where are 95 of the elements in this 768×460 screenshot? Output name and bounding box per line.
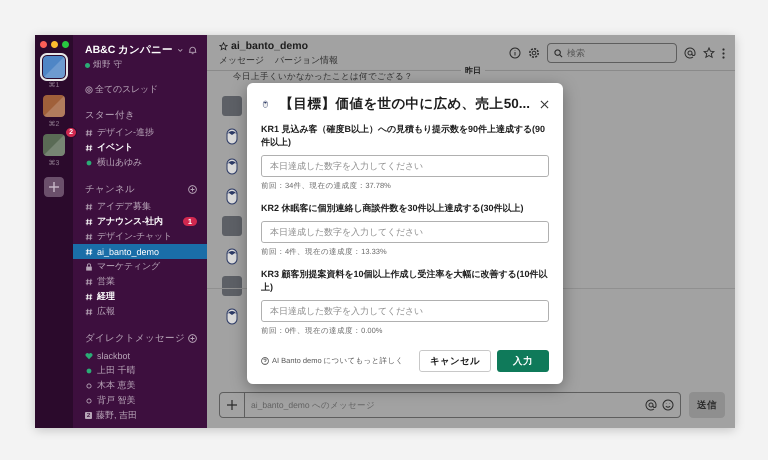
user-name: 畑野 守	[93, 59, 122, 71]
hash-icon	[85, 308, 93, 316]
emoji-icon[interactable]	[662, 399, 674, 411]
mention-icon[interactable]	[684, 47, 696, 59]
key-result-label: KR2 休眠客に個別連絡し商談件数を30件以上達成する(30件以上)	[261, 202, 525, 215]
sidebar-item[interactable]: アイデア募集	[73, 199, 207, 214]
sidebar-item-label: デザイン-チャット	[97, 230, 173, 243]
sidebar-item[interactable]: slackbot	[73, 348, 207, 363]
input-field[interactable]: 本日達成した数字を入力してください	[261, 221, 549, 243]
sidebar-item[interactable]: マーケティング	[73, 259, 207, 274]
section-heading[interactable]: スター付き	[85, 109, 135, 122]
team-name[interactable]: AB&C カンパニー	[85, 43, 174, 57]
plus-icon	[48, 181, 60, 193]
info-icon[interactable]	[509, 47, 521, 59]
hash-icon	[85, 232, 93, 240]
add-icon[interactable]	[188, 185, 197, 194]
sidebar-item-label: 木本 恵美	[97, 379, 137, 392]
sidebar-item[interactable]: ai_banto_demo	[73, 244, 207, 259]
sidebar-item-label: slackbot	[97, 350, 132, 360]
search-icon	[554, 48, 563, 58]
search-field[interactable]: 検索	[567, 48, 670, 58]
sidebar-item-label: マーケティング	[97, 260, 161, 273]
star-icon[interactable]	[703, 47, 715, 59]
workspace-icon[interactable]	[43, 134, 65, 156]
sidebar-item-label: 経理	[97, 290, 116, 303]
hash-icon	[85, 248, 93, 256]
sidebar-item-label: アイデア募集	[97, 200, 152, 213]
sidebar-item-label: 藤野, 吉田	[96, 409, 138, 422]
bell-icon[interactable]	[188, 45, 197, 55]
input-field[interactable]: 本日達成した数字を入力してください	[261, 300, 549, 322]
add-workspace-button[interactable]	[44, 177, 64, 197]
sidebar-item-label: 上田 千晴	[97, 364, 137, 377]
key-result-label: KR3 顧客別提案資料を10個以上作成し受注率を大幅に改善する(10件以上)	[261, 268, 549, 294]
section-heading[interactable]: チャンネル	[85, 183, 135, 196]
cancel-button[interactable]: キャンセル	[419, 350, 491, 372]
dialog-title: 【目標】価値を世の中に広め、売上50...	[280, 95, 530, 113]
header-tab[interactable]: メッセージ	[219, 54, 264, 67]
close-button[interactable]	[540, 100, 549, 108]
hash-icon	[85, 128, 93, 136]
message-input[interactable]: ai_banto_demo へのメッセージ	[245, 400, 645, 410]
online-status-icon	[85, 62, 90, 68]
sidebar-item[interactable]: 営業	[73, 274, 207, 289]
sidebar-item[interactable]: 広報	[73, 304, 207, 319]
sidebar-item-label: 背戸 智美	[97, 394, 137, 407]
sidebar-item-label: 横山あゆみ	[97, 156, 143, 169]
chevron-down-icon[interactable]	[177, 46, 184, 54]
workspace-icon[interactable]	[43, 95, 65, 117]
mention-icon[interactable]	[645, 399, 657, 411]
sidebar-item[interactable]: デザイン-チャット	[73, 229, 207, 244]
sidebar-item-label: イベント	[97, 141, 134, 154]
section-heading[interactable]: ダイレクトメッセージ	[85, 332, 185, 345]
hash-icon	[85, 278, 93, 286]
message-box[interactable]: ai_banto_demo へのメッセージ	[219, 392, 681, 418]
plus-icon	[227, 400, 237, 410]
sidebar-item-label: アナウンス-社内	[97, 215, 164, 228]
photo-placeholder	[222, 276, 242, 296]
hash-icon	[85, 218, 93, 226]
hash-icon	[85, 292, 93, 300]
close-window-icon[interactable]	[40, 41, 46, 48]
online-status-icon	[85, 366, 93, 374]
channel-title: ai_banto_demo	[231, 40, 308, 52]
hash-icon	[85, 202, 93, 210]
star-icon[interactable]	[219, 42, 228, 50]
minimize-window-icon[interactable]	[50, 41, 58, 48]
sidebar-item-label: デザイン-進捗	[97, 126, 155, 139]
online-status-icon	[85, 158, 93, 166]
more-icon[interactable]	[722, 48, 725, 58]
sidebar-item[interactable]: 横山あゆみ	[73, 155, 207, 170]
photo-placeholder	[222, 216, 242, 236]
add-icon[interactable]	[188, 334, 197, 343]
settings-icon[interactable]	[528, 47, 540, 59]
sidebar-item-label: 営業	[97, 275, 116, 288]
threads-icon	[85, 86, 93, 94]
submit-button[interactable]: 入力	[497, 350, 549, 372]
sidebar-item[interactable]: 背戸 智美	[73, 393, 207, 408]
sidebar-item[interactable]: 木本 恵美	[73, 378, 207, 393]
header-tab[interactable]: バージョン情報	[275, 54, 338, 67]
sidebar-item[interactable]: 上田 千晴	[73, 363, 207, 378]
sidebar-item[interactable]: イベント	[73, 140, 207, 155]
photo-placeholder	[222, 96, 242, 116]
search-box[interactable]: 検索	[547, 43, 677, 63]
message-text: 今日上手くいかなかったことは何でござる？	[233, 71, 413, 83]
zoom-window-icon[interactable]	[62, 41, 68, 48]
help-icon	[261, 357, 269, 365]
send-button[interactable]: 送信	[689, 392, 725, 418]
sidebar-item[interactable]: 経理	[73, 289, 207, 304]
input-field[interactable]: 本日達成した数字を入力してください	[261, 155, 549, 177]
key-result-label: KR1 見込み客（確度B以上）への見積もり提示数を90件上達成する(90件以上)	[261, 123, 546, 149]
sidebar-item-label: 広報	[97, 305, 116, 318]
sidebar-item-label: ai_banto_demo	[97, 246, 160, 256]
all-threads-link[interactable]: 全てのスレッド	[95, 83, 158, 96]
workspace-icon[interactable]	[43, 56, 65, 78]
heart-icon	[85, 352, 93, 360]
hash-icon	[85, 144, 93, 152]
lock-icon	[85, 262, 93, 270]
